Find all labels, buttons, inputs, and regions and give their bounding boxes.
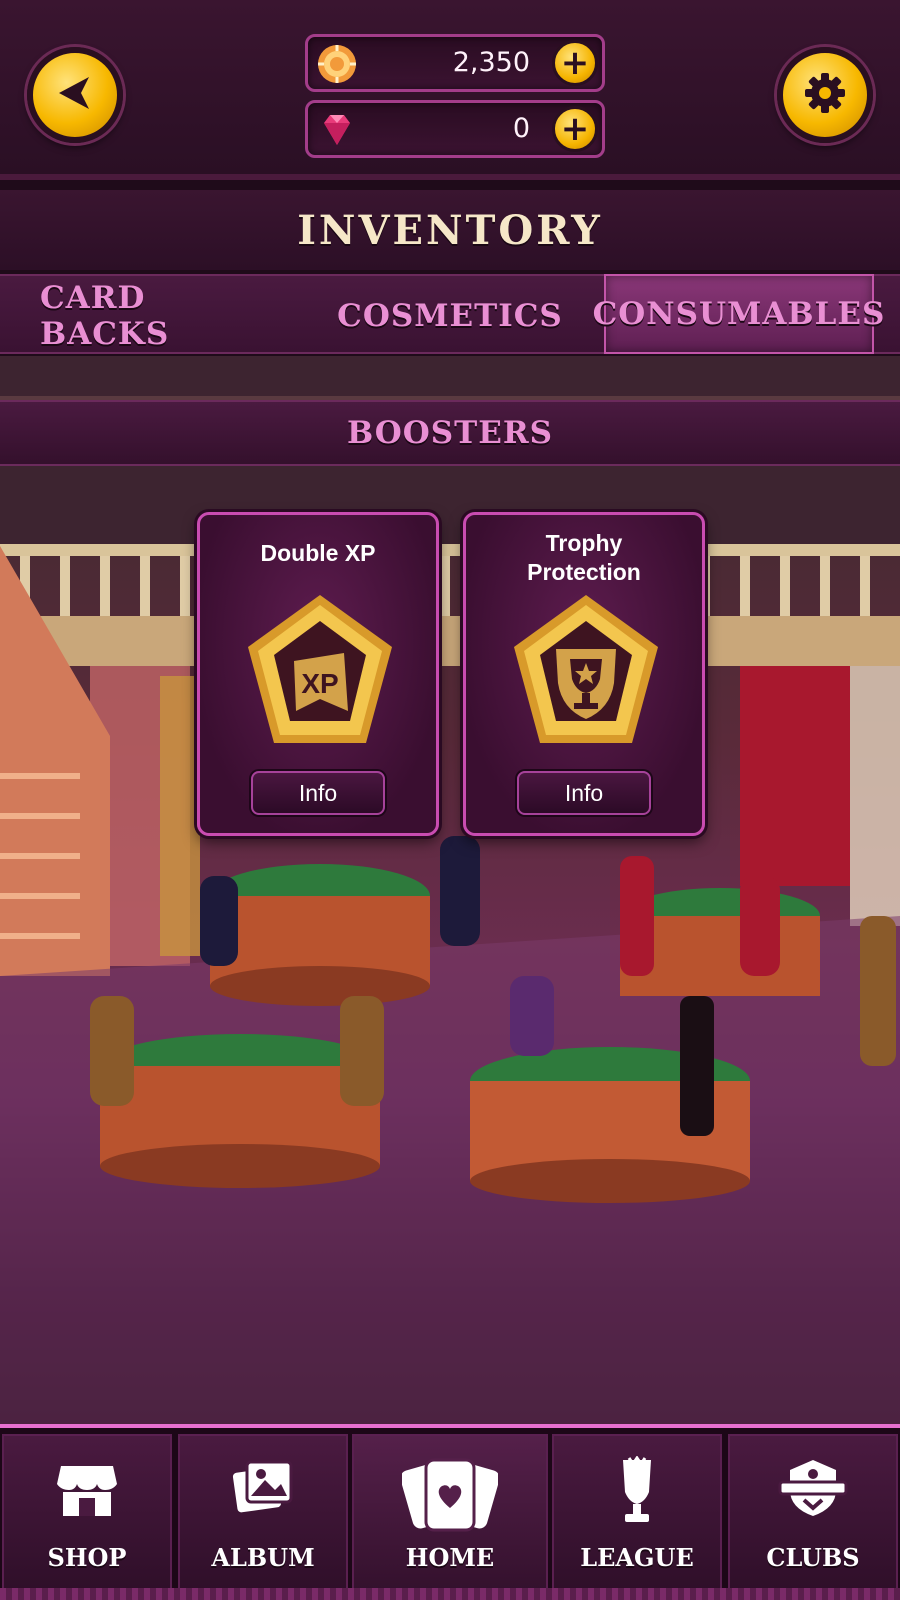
xp-badge-text: XP	[301, 668, 338, 699]
nav-clubs[interactable]: CLUBS	[728, 1434, 898, 1592]
nav-shop[interactable]: SHOP	[2, 1434, 172, 1592]
album-icon	[231, 1456, 295, 1524]
trophy-icon	[605, 1455, 669, 1532]
section-header-boosters: BOOSTERS	[0, 400, 900, 466]
page-title: INVENTORY	[297, 206, 603, 254]
nav-label: SHOP	[47, 1543, 127, 1572]
trophy-shield-badge-icon	[510, 591, 662, 751]
nav-league[interactable]: LEAGUE	[552, 1434, 722, 1592]
gear-icon	[802, 70, 848, 120]
nav-label: HOME	[405, 1543, 495, 1572]
coin-balance: 2,350 +	[305, 34, 605, 92]
nav-label: CLUBS	[766, 1543, 860, 1572]
bottom-decorative-strip	[0, 1588, 900, 1600]
trophy-protection-info-button[interactable]: Info	[517, 771, 651, 815]
back-button[interactable]	[27, 47, 123, 143]
section-title: BOOSTERS	[346, 415, 554, 451]
coin-amount: 2,350	[452, 47, 530, 78]
coin-icon	[316, 43, 358, 85]
settings-button[interactable]	[777, 47, 873, 143]
gem-balance: 0 +	[305, 100, 605, 158]
tab-consumables[interactable]: CONSUMABLES	[593, 274, 884, 354]
home-cards-icon	[400, 1456, 500, 1540]
clubs-shield-icon	[778, 1456, 848, 1524]
nav-label: LEAGUE	[580, 1543, 694, 1572]
booster-card-trophy-protection[interactable]: Trophy Protection Info	[463, 512, 705, 836]
gem-icon	[316, 109, 358, 151]
booster-title: Double XP	[260, 540, 376, 566]
bottom-navigation: SHOP ALBUM HOME LEAGUE CLUBS	[0, 1424, 900, 1600]
top-bar: 2,350 + 0 +	[0, 0, 900, 180]
gem-amount: 0	[512, 113, 530, 144]
page-title-bar: INVENTORY	[0, 190, 900, 270]
xp-badge-icon: XP	[244, 591, 396, 751]
inventory-tabs: CARD BACKS COSMETICS CONSUMABLES	[0, 274, 900, 354]
nav-label: ALBUM	[211, 1543, 315, 1572]
tab-cosmetics[interactable]: COSMETICS	[330, 276, 570, 356]
casino-background	[0, 356, 900, 1426]
nav-home[interactable]: HOME	[352, 1434, 548, 1592]
back-arrow-icon	[53, 71, 97, 119]
add-coins-button[interactable]: +	[552, 40, 598, 86]
booster-title: Trophy Protection	[527, 530, 641, 585]
shop-icon	[55, 1456, 119, 1524]
booster-card-double-xp[interactable]: Double XP XP Info	[197, 512, 439, 836]
double-xp-info-button[interactable]: Info	[251, 771, 385, 815]
nav-album[interactable]: ALBUM	[178, 1434, 348, 1592]
tab-card-backs[interactable]: CARD BACKS	[40, 276, 280, 356]
add-gems-button[interactable]: +	[552, 106, 598, 152]
